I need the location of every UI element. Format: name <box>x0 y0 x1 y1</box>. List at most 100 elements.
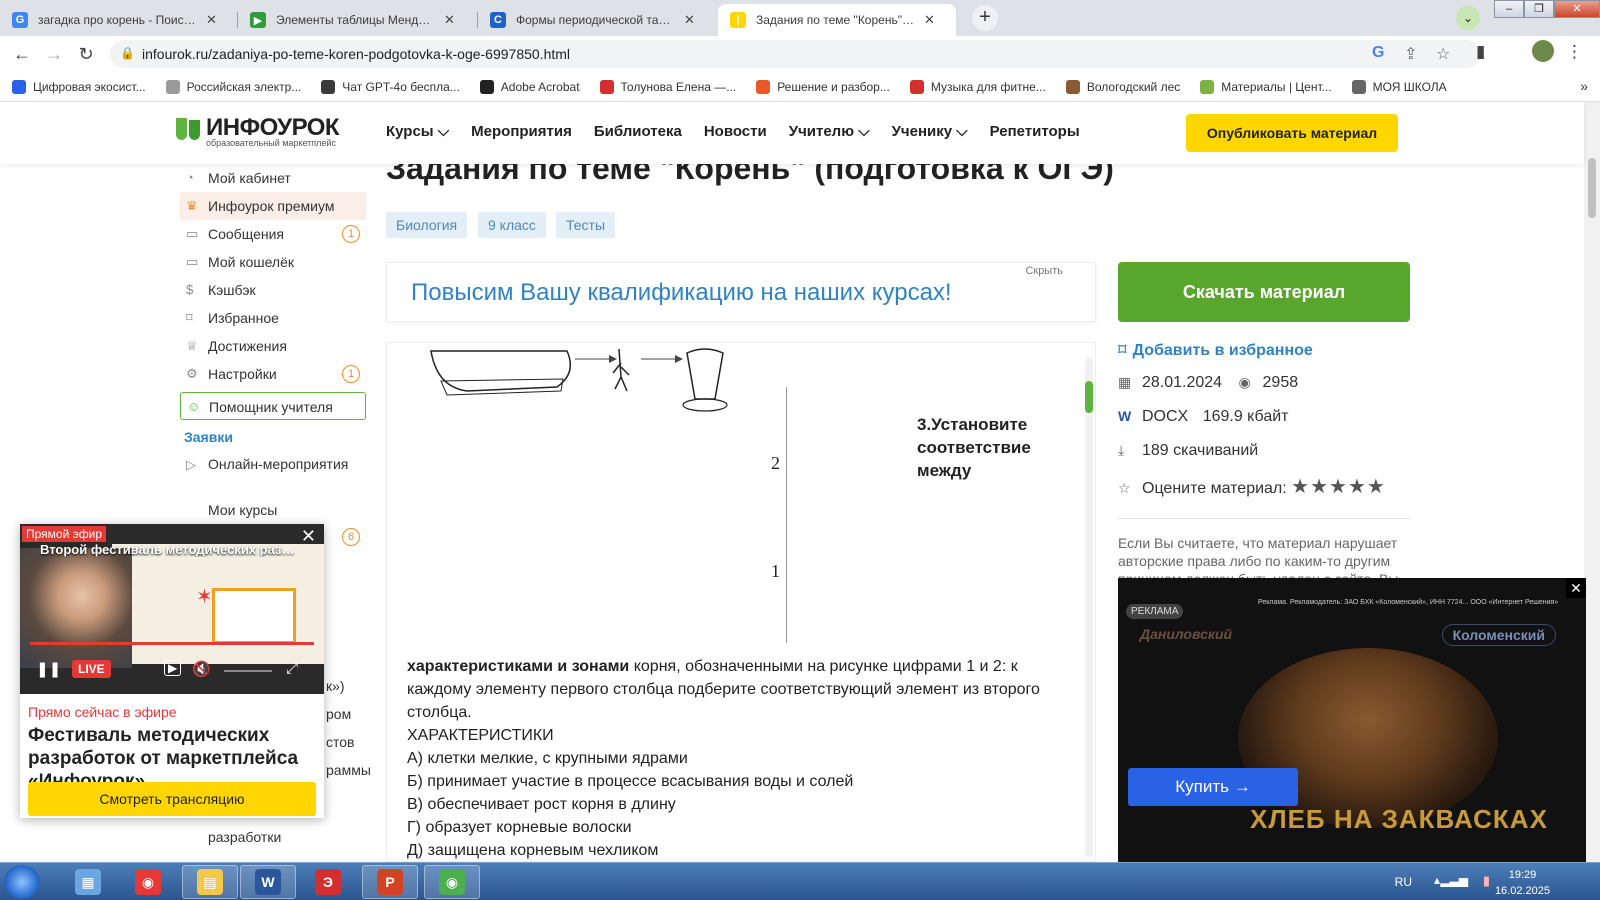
nav-item[interactable]: Библиотека <box>594 123 682 140</box>
bookmark-item[interactable]: Решение и разбор... <box>756 79 890 94</box>
close-tab-icon[interactable]: ✕ <box>924 12 935 28</box>
sidebar-item[interactable]: ♕ Достижения <box>180 332 366 360</box>
promo-hide-link[interactable]: Скрыть <box>1025 265 1063 277</box>
nav-item[interactable]: Репетиторы <box>990 123 1080 140</box>
taskbar-app-explorer-docs[interactable]: ▦ <box>60 865 116 899</box>
sidebar-item[interactable]: ▭ Сообщения 1 <box>180 220 366 248</box>
courses-promo-banner[interactable]: Повысим Вашу квалификацию на наших курса… <box>386 262 1096 322</box>
sidebar-item-my-courses[interactable]: Онлайн-мероприятия Мои курсы 6 <box>180 496 366 546</box>
volume-slider[interactable] <box>224 670 272 672</box>
sidebar-item[interactable]: ▭ Мой кошелёк <box>180 248 366 276</box>
more-bookmarks-icon[interactable]: » <box>1580 78 1588 94</box>
fullscreen-icon[interactable]: ⤢ <box>286 660 298 677</box>
forward-arrow-icon[interactable]: → <box>42 42 66 66</box>
tab-1[interactable]: Gзагадка про корень - Поиск в G ✕ <box>0 4 236 36</box>
tab-2[interactable]: ▶ Элементы таблицы Менделеева ✕ <box>238 4 474 36</box>
profile-avatar[interactable] <box>1532 40 1554 62</box>
sidebar-item[interactable]: ♛ Инфоурок премиум <box>180 192 366 220</box>
tab-4[interactable]: | Задания по теме "Корень" (под ✕ <box>718 4 956 36</box>
tag-grade[interactable]: 9 класс <box>478 212 546 238</box>
side-panel-icon[interactable]: ▮ <box>1476 42 1485 62</box>
tab-search-chevron-icon[interactable]: ⌄ <box>1456 6 1480 30</box>
sidebar-partial-label[interactable]: разработки <box>208 829 281 845</box>
pause-icon[interactable]: ❚❚ <box>36 660 61 678</box>
close-tab-icon[interactable]: ✕ <box>684 12 695 28</box>
bookmark-item[interactable]: Цифровая экосист... <box>12 79 146 94</box>
mute-icon[interactable]: 🔇 <box>192 660 211 678</box>
share-icon[interactable]: ⇪ <box>1404 44 1417 64</box>
nav-item[interactable]: Мероприятия <box>471 123 572 140</box>
sidebar-item[interactable]: ⌑ Избранное <box>180 304 366 332</box>
power-icon[interactable]: ▮ <box>1483 873 1490 889</box>
taskbar-app-yandex[interactable]: Э <box>300 865 356 899</box>
bookmark-item[interactable]: Российская электр... <box>165 79 301 94</box>
language-indicator[interactable]: RU <box>1395 875 1412 889</box>
sidebar-partial-label[interactable]: ром <box>326 700 371 728</box>
publish-material-button[interactable]: Опубликовать материал <box>1186 114 1398 152</box>
play-icon[interactable]: ▶ <box>164 660 182 676</box>
page-scrollbar[interactable] <box>1584 102 1600 862</box>
nav-item[interactable]: Курсы ⌵ <box>386 123 449 140</box>
close-tab-icon[interactable]: ✕ <box>444 12 455 28</box>
sidebar-item[interactable]: ◔ Мой кабинет <box>180 164 366 192</box>
live-video-player[interactable]: ✶ Прямой эфир Второй фестиваль методичес… <box>20 524 324 694</box>
sidebar-partial-label[interactable]: к») <box>326 672 371 700</box>
reload-icon[interactable]: ↻ <box>74 42 98 66</box>
new-tab-button[interactable]: + <box>972 5 998 31</box>
tag-biology[interactable]: Биология <box>386 212 468 238</box>
bookmark-item[interactable]: МОЯ ШКОЛА <box>1351 79 1447 94</box>
sidebar-item-online-events[interactable]: ▷ Онлайн-мероприятия <box>180 450 366 496</box>
rating-star-icon[interactable]: ★ <box>1329 476 1348 498</box>
advertisement-video[interactable]: ✕ РЕКЛАМА Реклама. Рекламодатель: ЗАО БХ… <box>1118 578 1586 862</box>
nav-item[interactable]: Ученику ⌵ <box>892 123 968 140</box>
bookmark-item[interactable]: Чат GPT-4o бесплa... <box>321 79 460 94</box>
tag-type[interactable]: Тесты <box>556 212 616 238</box>
tab-3[interactable]: C Формы периодической таблицы ✕ <box>478 4 714 36</box>
watch-stream-button[interactable]: Смотреть трансляцию <box>28 782 316 816</box>
bookmark-item[interactable]: Музыка для фитне... <box>909 79 1046 94</box>
bookmark-item[interactable]: Adobe Acrobat <box>479 79 580 94</box>
viewer-scrollbar[interactable] <box>1085 357 1093 857</box>
nav-item[interactable]: Новости <box>704 123 767 140</box>
close-window-button[interactable]: ✕ <box>1554 0 1600 18</box>
sidebar-item[interactable]: ☺ Помощник учителя <box>180 392 366 420</box>
viewer-scroll-thumb[interactable] <box>1085 381 1093 413</box>
taskbar-app-file-explorer[interactable]: ▤ <box>182 865 238 899</box>
sidebar-partial-label[interactable]: стов <box>326 728 371 756</box>
back-arrow-icon[interactable]: ← <box>10 42 34 66</box>
infourok-logo[interactable]: ИНФОУРОК образовательный маркетплейс <box>176 116 340 148</box>
rating-star-icon[interactable]: ★ <box>1348 476 1367 498</box>
bookmark-star-icon[interactable]: ☆ <box>1436 44 1450 64</box>
bookmark-item[interactable]: Вологодский лес <box>1065 79 1180 94</box>
close-icon[interactable]: ✕ <box>301 526 316 547</box>
taskbar-app-chrome[interactable]: ◉ <box>120 865 176 899</box>
maximize-button[interactable]: ❐ <box>1524 0 1554 18</box>
taskbar-app-powerpoint[interactable]: P <box>362 865 418 899</box>
menu-dots-icon[interactable]: ⋮ <box>1566 42 1583 62</box>
rating-star-icon[interactable]: ★ <box>1367 476 1386 498</box>
address-bar[interactable]: 🔒 infourok.ru/zadaniya-po-teme-koren-pod… <box>110 40 1480 68</box>
bookmark-item[interactable]: Толунова Елена —... <box>599 79 736 94</box>
google-lens-icon[interactable]: G <box>1372 44 1384 62</box>
signal-icon[interactable]: ▂▃▅ <box>1440 873 1468 887</box>
sidebar-item[interactable]: ⚙ Настройки 1 <box>180 360 366 388</box>
nav-item[interactable]: Учителю ⌵ <box>789 123 870 140</box>
sidebar-partial-label[interactable]: раммы <box>326 756 371 784</box>
bookmark-item[interactable]: Материалы | Цент... <box>1200 79 1332 94</box>
taskbar-app-chrome-active[interactable]: ◉ <box>424 865 480 899</box>
rating-star-icon[interactable]: ★ <box>1310 476 1329 498</box>
rating-stars[interactable]: ★★★★★ <box>1291 476 1386 498</box>
close-ad-icon[interactable]: ✕ <box>1566 578 1586 598</box>
add-to-favorites-link[interactable]: ⌑ Добавить в избранное <box>1118 340 1313 360</box>
page-scroll-thumb[interactable] <box>1588 158 1596 218</box>
sidebar-item[interactable]: $ Кэшбэк <box>180 276 366 304</box>
taskbar-app-word[interactable]: W <box>240 865 296 899</box>
download-material-button[interactable]: Скачать материал <box>1118 262 1410 322</box>
rating-star-icon[interactable]: ★ <box>1291 476 1310 498</box>
system-clock[interactable]: 19:29 16.02.2025 <box>1495 867 1550 899</box>
video-progress-bar[interactable] <box>30 642 314 645</box>
start-button[interactable] <box>4 865 40 899</box>
close-tab-icon[interactable]: ✕ <box>206 12 217 28</box>
buy-button[interactable]: Купить → <box>1128 768 1298 806</box>
minimize-button[interactable]: – <box>1494 0 1524 18</box>
